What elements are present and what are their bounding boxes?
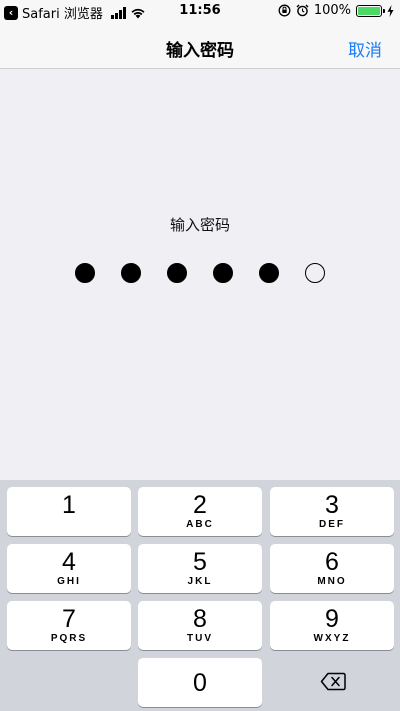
passcode-dot-filled — [75, 263, 95, 283]
charging-bolt-icon — [387, 4, 394, 17]
key-digit: 5 — [193, 548, 207, 576]
key-digit: 4 — [62, 548, 76, 576]
passcode-dot-filled — [167, 263, 187, 283]
key-letters: JKL — [187, 576, 213, 587]
key-digit: 3 — [325, 491, 339, 519]
passcode-dot-empty — [305, 263, 325, 283]
passcode-prompt: 输入密码 — [169, 216, 230, 234]
key-6[interactable]: 6 MNO — [270, 544, 394, 593]
key-0[interactable]: 0 — [138, 658, 262, 707]
battery-percent: 100% — [313, 3, 351, 18]
key-9[interactable]: 9 WXYZ — [270, 601, 394, 650]
key-letters: PQRS — [50, 633, 88, 644]
passcode-dots — [75, 263, 325, 283]
key-2[interactable]: 2 ABC — [138, 487, 262, 536]
delete-button[interactable] — [270, 658, 394, 707]
key-letters: WXYZ — [313, 633, 351, 644]
key-digit: 7 — [62, 605, 76, 633]
page-title: 输入密码 — [166, 41, 234, 61]
alarm-icon — [296, 4, 309, 17]
key-7[interactable]: 7 PQRS — [7, 601, 131, 650]
key-4[interactable]: 4 GHI — [7, 544, 131, 593]
key-digit: 8 — [193, 605, 207, 633]
key-3[interactable]: 3 DEF — [270, 487, 394, 536]
key-8[interactable]: 8 TUV — [138, 601, 262, 650]
key-1[interactable]: 1 — [7, 487, 131, 536]
key-digit: 0 — [193, 669, 207, 697]
numeric-keypad: 1 2 ABC 3 DEF 4 GHI 5 JKL 6 MNO 7 PQRS 8 TUV 9 WXYZ 0 — [0, 480, 400, 711]
key-letters: MNO — [317, 576, 347, 587]
status-bar: ‹ Safari 浏览器 11:56 100% — [0, 0, 400, 24]
key-letters: DEF — [319, 519, 345, 530]
backspace-icon — [320, 672, 346, 691]
battery-level — [358, 6, 380, 15]
battery-icon — [356, 4, 385, 17]
passcode-dot-filled — [121, 263, 141, 283]
key-digit: 6 — [325, 548, 339, 576]
passcode-dot-filled — [213, 263, 233, 283]
passcode-dot-filled — [259, 263, 279, 283]
key-digit: 1 — [62, 491, 76, 519]
nav-bar: 输入密码 取消 — [0, 24, 400, 69]
orientation-lock-icon — [278, 4, 291, 17]
status-right: 100% — [278, 3, 394, 18]
key-letters: TUV — [187, 633, 213, 644]
key-digit: 2 — [193, 491, 207, 519]
key-letters: ABC — [186, 519, 214, 530]
cancel-button[interactable]: 取消 — [348, 36, 382, 61]
key-5[interactable]: 5 JKL — [138, 544, 262, 593]
key-letters: GHI — [57, 576, 81, 587]
key-digit: 9 — [325, 605, 339, 633]
